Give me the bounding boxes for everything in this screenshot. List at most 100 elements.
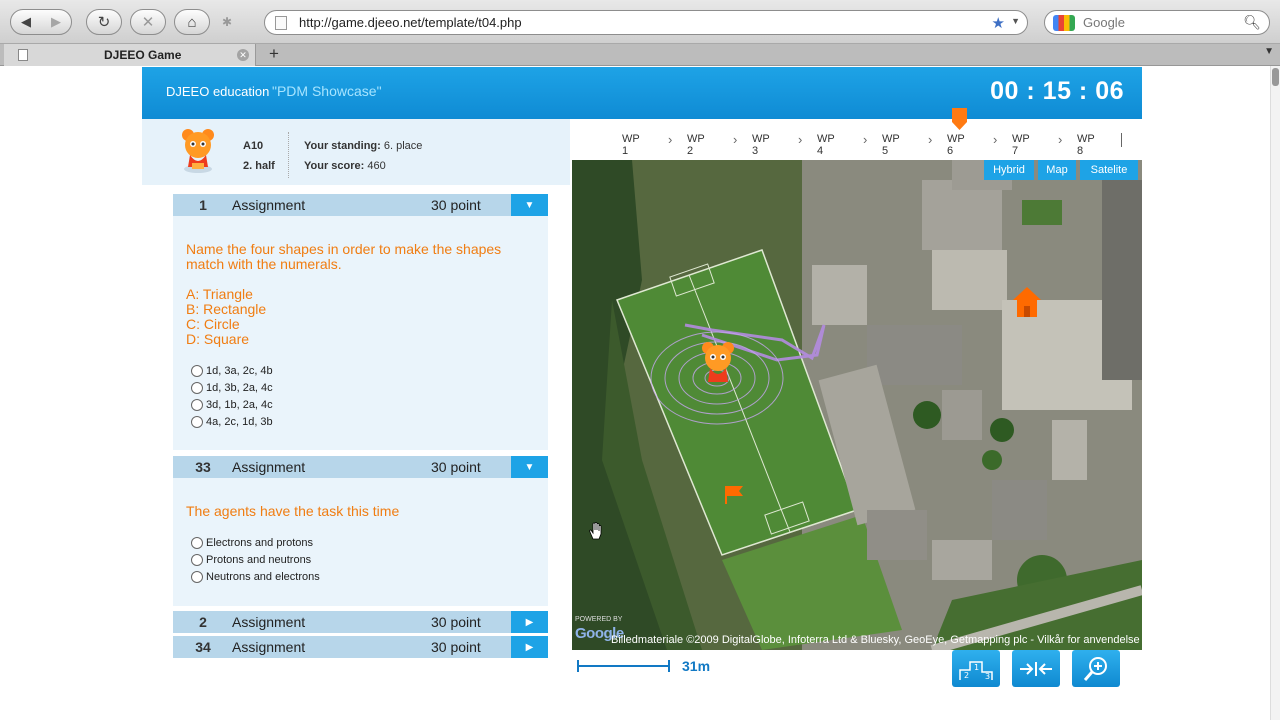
expand-toggle-button[interactable]: ▶ <box>511 636 548 658</box>
map-copyright: Billedmateriale ©2009 DigitalGlobe, Info… <box>611 634 1140 646</box>
answer-option[interactable]: 1d, 3a, 2c, 4b <box>191 365 273 377</box>
assignment-title: Assignment <box>232 197 306 213</box>
answer-option[interactable]: 3d, 1b, 2a, 4c <box>191 399 273 411</box>
score-value: 460 <box>367 160 386 172</box>
radio-button[interactable] <box>191 416 203 428</box>
question-line: Name the four shapes in order to make th… <box>186 241 502 257</box>
question-line: The agents have the task this time <box>186 503 400 519</box>
assignment-header-34[interactable]: 34 Assignment 30 point ▶ <box>173 636 548 658</box>
map-type-satellite-button[interactable]: Satelite <box>1080 160 1138 180</box>
collapse-arrows-icon <box>1020 661 1052 676</box>
answer-option[interactable]: Neutrons and electrons <box>191 571 320 583</box>
tab-close-icon[interactable]: ✕ <box>237 49 249 61</box>
waypoint-4[interactable]: WP 4 <box>817 133 835 157</box>
standing-label: Your standing: <box>304 140 381 152</box>
search-input[interactable]: Google 🔍︎ <box>1044 10 1270 35</box>
team-mascot-marker-icon[interactable] <box>697 340 739 388</box>
assignment-title: Assignment <box>232 459 306 475</box>
url-dropdown-icon[interactable]: ▼ <box>1011 16 1020 26</box>
option-label: 3d, 1b, 2a, 4c <box>206 399 273 411</box>
search-engine-icon[interactable] <box>1053 14 1075 31</box>
assignment-points: 30 point <box>431 197 481 213</box>
waypoint-1[interactable]: WP 1 <box>622 133 640 157</box>
zoom-in-button[interactable] <box>1072 650 1120 687</box>
assignment-number: 2 <box>199 614 207 630</box>
back-icon[interactable]: ◀ <box>11 10 41 34</box>
map-type-map-button[interactable]: Map <box>1038 160 1076 180</box>
tab-djeeo-game[interactable]: DJEEO Game ✕ <box>4 44 256 66</box>
center-map-button[interactable] <box>1012 650 1060 687</box>
assignment-header-33[interactable]: 33 Assignment 30 point ▼ <box>173 456 548 478</box>
chevron-right-icon: ▶ <box>525 641 534 653</box>
shape-choices: A: Triangle B: Rectangle C: Circle D: Sq… <box>186 287 536 347</box>
assignment-header-2[interactable]: 2 Assignment 30 point ▶ <box>173 611 548 633</box>
choice-line: A: Triangle <box>186 286 253 302</box>
radio-button[interactable] <box>191 571 203 583</box>
current-waypoint-marker-icon <box>952 108 967 130</box>
satellite-map[interactable] <box>572 160 1142 650</box>
choice-line: C: Circle <box>186 316 240 332</box>
answer-option[interactable]: 1d, 3b, 2a, 4c <box>191 382 273 394</box>
chevron-right-icon: › <box>798 132 803 147</box>
svg-text:1: 1 <box>974 663 979 672</box>
stop-icon: ✕ <box>141 14 155 31</box>
chevron-right-icon: › <box>1058 132 1063 147</box>
home-icon: ⌂ <box>187 13 197 31</box>
standing-value: 6. place <box>383 140 423 152</box>
page-scrollbar[interactable] <box>1270 66 1280 720</box>
answer-option[interactable]: 4a, 2c, 1d, 3b <box>191 416 273 428</box>
reload-icon: ↻ <box>97 14 111 31</box>
assignment-header-1[interactable]: 1 Assignment 30 point ▼ <box>173 194 548 216</box>
waypoint-8[interactable]: WP 8 <box>1077 133 1095 157</box>
option-label: Electrons and protons <box>206 537 314 549</box>
forward-icon[interactable]: ▶ <box>41 10 71 34</box>
waypoint-6[interactable]: WP 6 <box>947 133 965 157</box>
radio-button[interactable] <box>191 382 203 394</box>
radio-button[interactable] <box>191 554 203 566</box>
waypoint-7[interactable]: WP 7 <box>1012 133 1030 157</box>
score-label: Your score: <box>304 160 365 172</box>
radio-button[interactable] <box>191 537 203 549</box>
bookmark-star-icon[interactable]: ★ <box>992 14 1005 32</box>
stop-button[interactable]: ✕ <box>130 9 166 35</box>
scrollbar-thumb[interactable] <box>1272 68 1279 86</box>
waypoint-2[interactable]: WP 2 <box>687 133 705 157</box>
search-icon[interactable]: 🔍︎ <box>1243 14 1261 31</box>
answer-option[interactable]: Electrons and protons <box>191 537 313 549</box>
chevron-right-icon: › <box>733 132 738 147</box>
home-button[interactable]: ⌂ <box>174 9 210 35</box>
search-placeholder: Google <box>1083 15 1125 30</box>
choice-line: B: Rectangle <box>186 301 267 317</box>
waypoint-5[interactable]: WP 5 <box>882 133 900 157</box>
assignment-points: 30 point <box>431 639 481 655</box>
home-base-marker-icon[interactable] <box>1012 286 1042 318</box>
tab-list-icon[interactable]: ▼ <box>1264 46 1274 57</box>
leaderboard-button[interactable]: 2 1 3 <box>952 650 1000 687</box>
map-type-hybrid-button[interactable]: Hybrid <box>984 160 1034 180</box>
assignment-title: Assignment <box>232 614 306 630</box>
reload-button[interactable]: ↻ <box>86 9 122 35</box>
chevron-right-icon: › <box>928 132 933 147</box>
expand-toggle-button[interactable]: ▶ <box>511 611 548 633</box>
new-tab-button[interactable]: + <box>262 45 286 64</box>
answer-option[interactable]: Protons and neutrons <box>191 554 311 566</box>
collapse-toggle-button[interactable]: ▼ <box>511 456 548 478</box>
radio-button[interactable] <box>191 365 203 377</box>
map-scale-label: 31m <box>682 658 711 674</box>
tab-strip: DJEEO Game ✕ + ▼ <box>0 44 1280 66</box>
game-header: DJEEO education "PDM Showcase" 00 : 15 :… <box>142 67 1142 119</box>
hand-cursor-icon <box>589 522 602 540</box>
brand-name: DJEEO education <box>166 84 270 99</box>
collapse-toggle-button[interactable]: ▼ <box>511 194 548 216</box>
waypoint-end-divider <box>1121 133 1122 147</box>
flag-marker-icon[interactable] <box>723 484 745 504</box>
chevron-right-icon: › <box>668 132 673 147</box>
score-line: Your score: 460 <box>304 160 386 172</box>
url-text: http://game.djeeo.net/template/t04.php <box>299 15 522 30</box>
radio-button[interactable] <box>191 399 203 411</box>
waypoint-3[interactable]: WP 3 <box>752 133 770 157</box>
address-bar[interactable]: http://game.djeeo.net/template/t04.php ★… <box>264 10 1028 35</box>
chevron-down-icon: ▼ <box>524 461 535 473</box>
option-label: 4a, 2c, 1d, 3b <box>206 416 273 428</box>
option-label: Neutrons and electrons <box>206 571 320 583</box>
